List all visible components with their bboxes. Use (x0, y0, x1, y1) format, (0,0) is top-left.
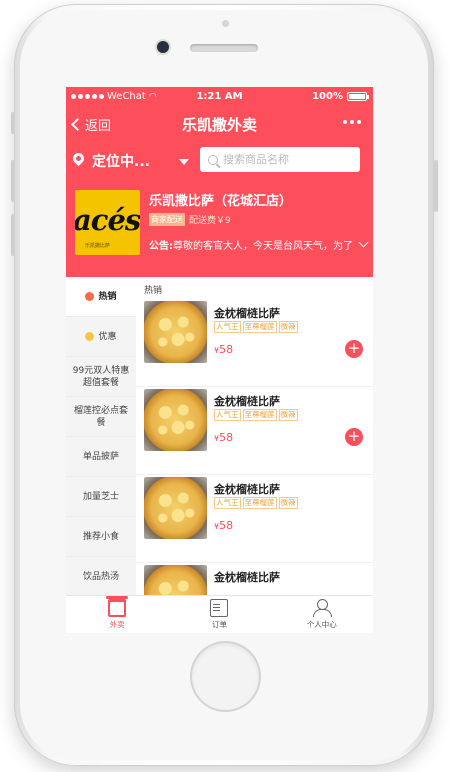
product-tag: 至尊榴莲 (242, 497, 277, 509)
product-tags: 人气王 至尊榴莲 微辣 (214, 321, 298, 333)
category-label: 加量芝士 (82, 491, 119, 502)
location-pin-icon (70, 150, 87, 167)
list-item[interactable]: 金枕榴梿比萨 (136, 563, 373, 595)
price-value: 58 (219, 343, 234, 356)
logo-subtext: 乐凯撒比萨 (85, 243, 111, 249)
tab-label: 外卖 (109, 620, 125, 629)
storefront-icon (106, 596, 129, 617)
more-icon[interactable] (343, 120, 361, 124)
tab-bar: 外卖 订单 个人中心 (66, 595, 373, 633)
product-price: ¥58 (214, 431, 233, 444)
coupon-icon (85, 332, 95, 341)
category-sidebar: 热销 优惠 99元双人特惠超值套餐 榴莲控必点套餐 单品披萨 加量芝士 推荐小食… (66, 277, 136, 595)
order-icon (210, 599, 229, 617)
power-button (434, 160, 438, 212)
location-label[interactable]: 定位中... (92, 151, 150, 171)
front-camera (157, 41, 169, 53)
price-value: 58 (219, 431, 234, 444)
sensor (222, 20, 229, 27)
product-tag: 至尊榴莲 (242, 321, 277, 333)
product-tags: 人气王 至尊榴莲 微辣 (214, 409, 298, 421)
product-image[interactable] (144, 301, 207, 363)
category-label: 单品披萨 (82, 451, 119, 462)
product-image[interactable] (144, 565, 207, 595)
category-label: 热销 (98, 291, 117, 302)
list-item[interactable]: 金枕榴梿比萨 人气王 至尊榴莲 微辣 ¥58 + (136, 387, 373, 475)
product-tag: 微辣 (278, 497, 298, 509)
chevron-down-icon[interactable] (358, 237, 369, 248)
product-list: 热销 金枕榴梿比萨 人气王 至尊榴莲 微辣 ¥58 + 金枕榴梿比萨 人气王 至… (136, 277, 373, 595)
user-icon (312, 599, 332, 617)
caret-down-icon[interactable] (179, 159, 189, 165)
earpiece-speaker (190, 44, 258, 52)
delivery-fee: 配送费￥9 (189, 216, 231, 226)
store-info: acése 乐凯撒比萨 乐凯撒比萨（花城汇店） 商家配送 配送费￥9 公告: 尊… (66, 187, 373, 267)
store-delivery-info: 商家配送 配送费￥9 (149, 213, 231, 226)
product-price: ¥58 (214, 519, 233, 532)
store-name: 乐凯撒比萨（花城汇店） (149, 194, 293, 209)
category-label: 99元双人特惠超值套餐 (72, 365, 130, 388)
search-box[interactable] (200, 147, 360, 172)
list-heading: 热销 (144, 286, 163, 296)
app-screen: WeChat ◠ 1:21 AM 100% 返回 乐凯撒外卖 定位中... ac… (66, 87, 373, 633)
nav-bar: 返回 乐凯撒外卖 (66, 107, 373, 141)
product-price: ¥58 (214, 343, 233, 356)
store-notice[interactable]: 公告: 尊敬的客官大人，今天是台风天气，为了 (149, 237, 359, 252)
category-durian-combo[interactable]: 榴莲控必点套餐 (66, 397, 136, 437)
logo-wordmark: acése (75, 203, 140, 237)
category-combo-99[interactable]: 99元双人特惠超值套餐 (66, 357, 136, 397)
volume-up-button (11, 160, 15, 202)
tab-label: 订单 (211, 620, 227, 629)
volume-down-button (11, 214, 15, 256)
tab-profile[interactable]: 个人中心 (271, 596, 373, 633)
category-hot[interactable]: 热销 (66, 277, 136, 317)
product-tags: 人气王 至尊榴莲 微辣 (214, 497, 298, 509)
tab-label: 个人中心 (306, 620, 337, 629)
battery-percent: 100% (312, 91, 343, 102)
flame-icon (85, 292, 95, 301)
category-snacks[interactable]: 推荐小食 (66, 517, 136, 557)
product-tag: 至尊榴莲 (242, 409, 277, 421)
category-label: 榴莲控必点套餐 (73, 405, 128, 428)
location-bar: 定位中... (66, 147, 373, 175)
product-name: 金枕榴梿比萨 (214, 307, 280, 320)
tab-takeout[interactable]: 外卖 (66, 596, 168, 633)
battery-icon (347, 92, 369, 101)
product-tag: 人气王 (214, 409, 241, 421)
battery-status: 100% (312, 91, 369, 102)
product-tag: 微辣 (278, 409, 298, 421)
category-single-pizza[interactable]: 单品披萨 (66, 437, 136, 477)
category-extra-cheese[interactable]: 加量芝士 (66, 477, 136, 517)
list-item[interactable]: 金枕榴梿比萨 人气王 至尊榴莲 微辣 ¥58 (136, 475, 373, 563)
status-bar: WeChat ◠ 1:21 AM 100% (66, 87, 373, 107)
product-image[interactable] (144, 477, 207, 539)
search-input[interactable] (223, 153, 343, 166)
home-button[interactable] (192, 643, 259, 710)
page-title: 乐凯撒外卖 (181, 116, 257, 134)
product-name: 金枕榴梿比萨 (214, 483, 280, 496)
product-name: 金枕榴梿比萨 (214, 395, 280, 408)
product-tag: 人气王 (214, 321, 241, 333)
category-label: 推荐小食 (82, 531, 119, 542)
product-image[interactable] (144, 389, 207, 451)
product-tag: 微辣 (278, 321, 298, 333)
add-to-cart-button[interactable]: + (345, 340, 363, 358)
search-icon (208, 154, 218, 165)
delivery-tag: 商家配送 (149, 213, 185, 226)
list-item[interactable]: 金枕榴梿比萨 人气王 至尊榴莲 微辣 ¥58 + (136, 299, 373, 387)
store-logo: acése 乐凯撒比萨 (75, 190, 140, 255)
product-name: 金枕榴梿比萨 (214, 571, 280, 584)
notice-text: 尊敬的客官大人，今天是台风天气，为了 (173, 241, 353, 252)
category-label: 优惠 (98, 331, 117, 342)
notice-label: 公告: (149, 241, 173, 252)
category-label: 饮品热汤 (82, 571, 119, 582)
category-discount[interactable]: 优惠 (66, 317, 136, 357)
tab-orders[interactable]: 订单 (168, 596, 270, 633)
product-tag: 人气王 (214, 497, 241, 509)
menu-area: 热销 优惠 99元双人特惠超值套餐 榴莲控必点套餐 单品披萨 加量芝士 推荐小食… (66, 277, 373, 595)
price-value: 58 (219, 519, 234, 532)
mute-switch (11, 112, 15, 134)
category-drinks[interactable]: 饮品热汤 (66, 557, 136, 595)
add-to-cart-button[interactable]: + (345, 428, 363, 446)
